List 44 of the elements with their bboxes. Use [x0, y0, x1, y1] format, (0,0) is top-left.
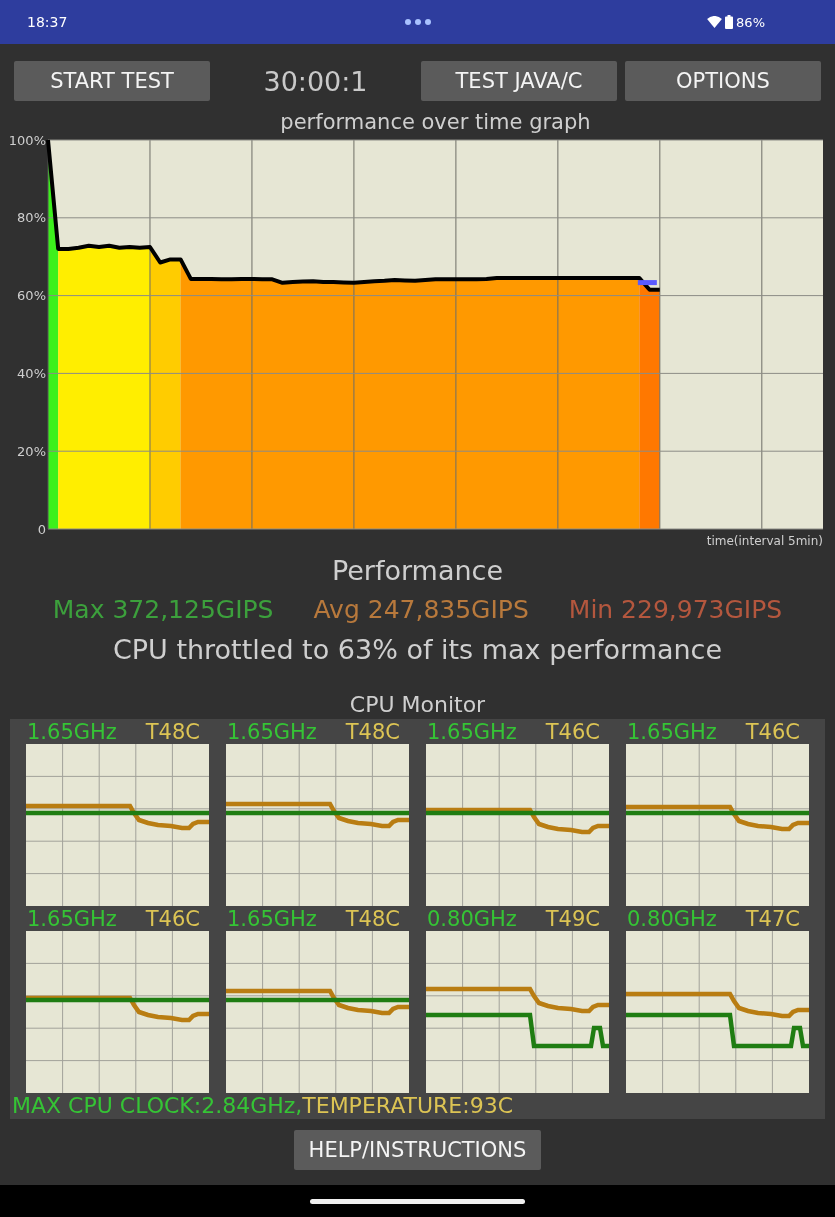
- clock-time: 18:37: [26, 14, 68, 30]
- max-clock-text: MAX CPU CLOCK:2.84GHz,: [12, 1093, 303, 1118]
- core-frequency: 1.65GHz: [27, 907, 117, 931]
- core-temperature: T48C: [345, 720, 400, 744]
- position-marker: [637, 280, 657, 286]
- core-frequency: 0.80GHz: [627, 907, 717, 931]
- core-frequency: 1.65GHz: [627, 720, 717, 744]
- y-tick-label: 40%: [17, 365, 46, 381]
- timer-text: 30:00:1: [263, 65, 368, 97]
- core-temperature: T48C: [145, 720, 200, 744]
- core-temperature: T47C: [745, 907, 800, 931]
- performance-stat: Max 372,125GIPS: [52, 595, 274, 625]
- y-tick-label: 80%: [17, 210, 46, 226]
- y-tick-label: 0: [37, 521, 46, 537]
- performance-heading: Performance: [330, 556, 505, 586]
- core-temperature: T46C: [745, 720, 800, 744]
- ellipsis-icon: [404, 19, 431, 25]
- core-frequency: 1.65GHz: [227, 907, 317, 931]
- battery-percent: 86%: [736, 14, 765, 30]
- core-frequency: 1.65GHz: [427, 720, 517, 744]
- y-tick-label: 100%: [8, 134, 46, 148]
- core-frequency: 1.65GHz: [27, 720, 117, 744]
- help-button[interactable]: HELP/INSTRUCTIONS: [294, 1130, 541, 1170]
- max-temperature-text: TEMPERATURE:93C: [302, 1093, 513, 1118]
- core-temperature: T48C: [345, 907, 400, 931]
- x-axis-label: time(interval 5min): [706, 534, 823, 548]
- battery-icon: [725, 15, 734, 29]
- performance-stat: Min 229,973GIPS: [568, 595, 783, 625]
- cpu-monitor-title: CPU Monitor: [348, 692, 487, 718]
- chart-title: performance over time graph: [279, 111, 592, 134]
- throttle-summary: CPU throttled to 63% of its max performance: [111, 635, 724, 665]
- performance-stat: Avg 247,835GIPS: [313, 595, 529, 625]
- core-temperature: T46C: [145, 907, 200, 931]
- wifi-icon: [707, 16, 723, 28]
- core-frequency: 1.65GHz: [227, 720, 317, 744]
- y-tick-label: 20%: [17, 443, 46, 459]
- start-test-button[interactable]: START TEST: [14, 61, 210, 101]
- toolbar-button[interactable]: TEST JAVA/C: [421, 61, 617, 101]
- toolbar-button[interactable]: OPTIONS: [625, 61, 821, 101]
- core-temperature: T46C: [545, 720, 600, 744]
- core-frequency: 0.80GHz: [427, 907, 517, 931]
- core-temperature: T49C: [545, 907, 600, 931]
- y-tick-label: 60%: [17, 288, 46, 304]
- gesture-handle[interactable]: [310, 1198, 525, 1204]
